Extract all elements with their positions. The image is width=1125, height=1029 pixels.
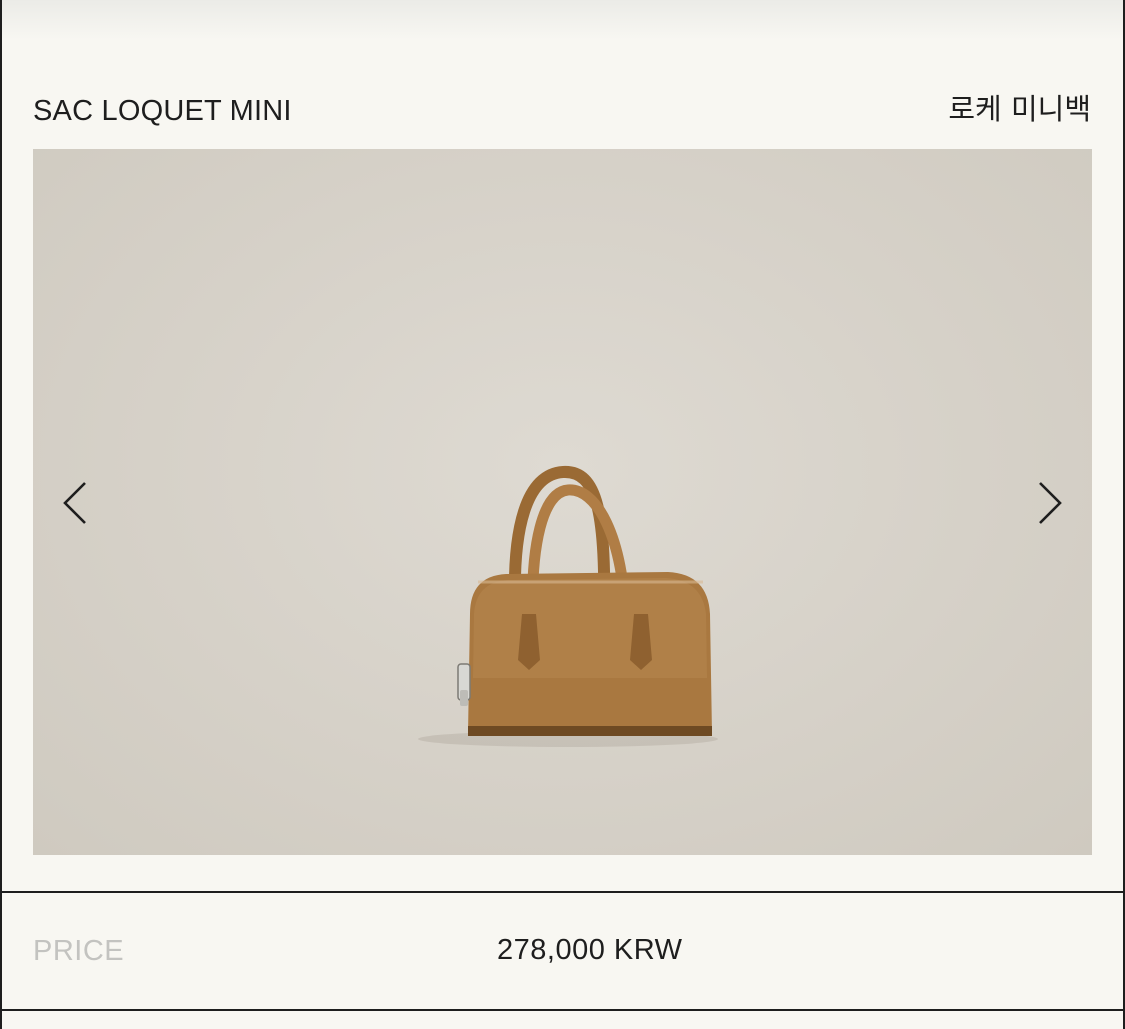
- product-title-ko: 로케 미니백: [948, 92, 1091, 126]
- product-title-en: SAC LOQUET MINI: [33, 95, 292, 127]
- divider: [2, 1009, 1123, 1011]
- product-image: [418, 465, 718, 747]
- price-value: 278,000 KRW: [497, 934, 683, 966]
- top-fade: [2, 0, 1123, 40]
- next-image-button[interactable]: [1030, 479, 1070, 527]
- price-label: PRICE: [33, 935, 125, 967]
- product-image-carousel[interactable]: [33, 149, 1092, 855]
- chevron-left-icon: [63, 482, 86, 524]
- product-page: SAC LOQUET MINI 로케 미니백 PRICE 278,000 KRW: [0, 0, 1125, 1029]
- previous-image-button[interactable]: [55, 479, 95, 527]
- chevron-right-icon: [1039, 482, 1062, 524]
- divider: [2, 891, 1123, 893]
